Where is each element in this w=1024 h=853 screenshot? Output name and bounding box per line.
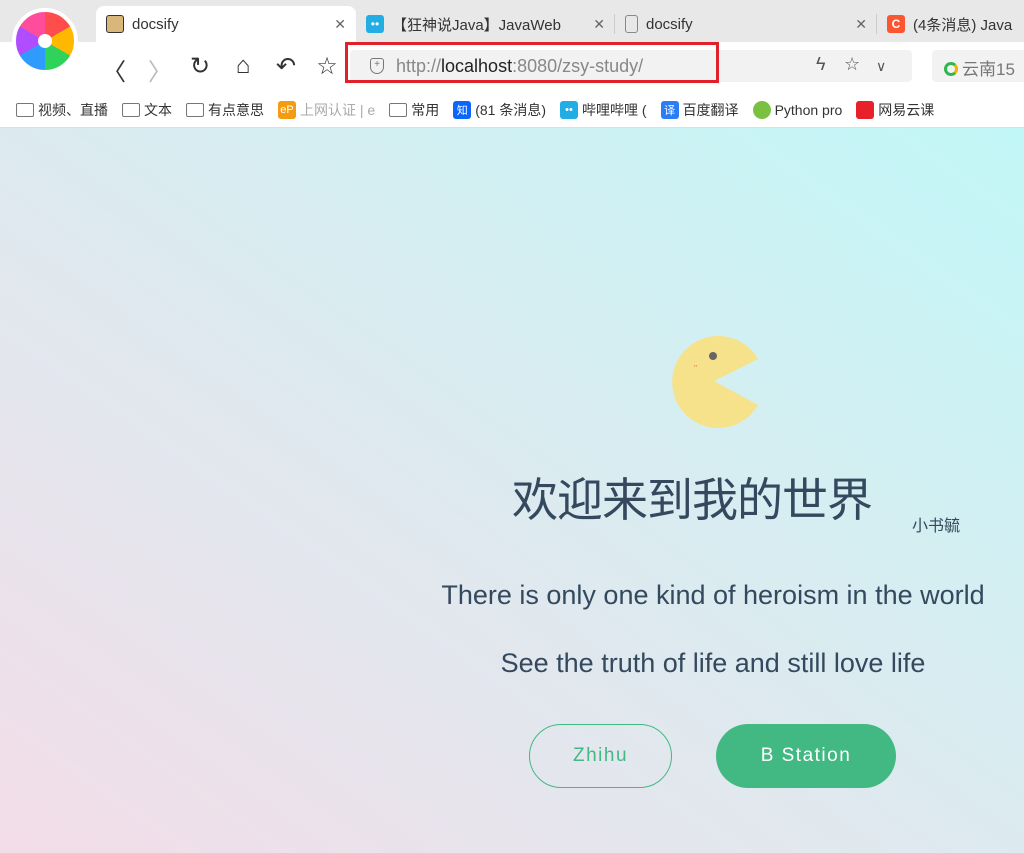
bookmark-item[interactable]: 译百度翻译 — [660, 100, 739, 120]
bookmark-item[interactable]: eP 上网认证 | e — [278, 100, 375, 120]
search-box[interactable]: 云南15 — [932, 50, 1024, 82]
tab-title: docsify — [646, 15, 693, 33]
b-station-button[interactable]: B Station — [716, 724, 896, 788]
reload-icon[interactable]: ↻ — [186, 52, 214, 81]
tab-bar: docsify ✕ •• 【狂神说Java】JavaWeb ✕ docsify … — [0, 0, 1024, 42]
zhihu-button[interactable]: Zhihu — [529, 724, 672, 788]
folder-icon — [16, 102, 34, 117]
browser-logo — [12, 8, 78, 74]
home-icon[interactable]: ⌂ — [229, 52, 257, 80]
bookmark-item[interactable]: •• 哔哩哔哩 ( — [560, 100, 647, 120]
bookmark-item[interactable]: 视频、直播 — [16, 100, 108, 120]
bookmark-item[interactable]: 文本 — [122, 100, 172, 120]
forward-icon[interactable]: 〉 — [146, 52, 174, 87]
folder-icon — [389, 102, 408, 117]
search-text: 云南15 — [962, 60, 1015, 79]
tab-csdn[interactable]: C (4条消息) Java — [877, 6, 1024, 42]
tagline-1: There is only one kind of heroism in the… — [441, 580, 985, 610]
star-icon[interactable]: ☆ — [844, 54, 860, 75]
translate-icon: 译 — [660, 100, 679, 119]
bookmarks-bar: 视频、直播 文本 有点意思 eP 上网认证 | e 常用 知 (81 条消息) ••… — [0, 92, 1024, 128]
close-tab-icon[interactable]: ✕ — [855, 16, 867, 33]
bookmark-item[interactable]: 知 (81 条消息) — [453, 100, 546, 120]
tab-javaweb[interactable]: •• 【狂神说Java】JavaWeb ✕ — [356, 6, 615, 42]
chevron-down-icon[interactable]: ∨ — [876, 58, 886, 75]
page-icon — [625, 15, 638, 33]
bilibili-icon: •• — [366, 15, 384, 33]
tagline-2: See the truth of life and still love lif… — [500, 648, 926, 678]
page-subtitle: 小书毓 — [912, 518, 961, 535]
zhihu-icon: 知 — [453, 100, 472, 119]
docsify-favicon — [106, 15, 124, 33]
bookmark-item[interactable]: 网易云课 — [856, 100, 934, 120]
bookmark-item[interactable]: Python pro — [752, 100, 842, 119]
bookmark-star-icon[interactable]: ☆ — [313, 52, 341, 81]
folder-icon — [186, 102, 204, 117]
page-content: '' 欢迎来到我的世界 小书毓 There is only one kind o… — [0, 128, 1024, 853]
pacman-logo: '' — [672, 336, 758, 428]
tab-docsify[interactable]: docsify ✕ — [615, 6, 877, 42]
undo-icon[interactable]: ↶ — [272, 52, 300, 81]
back-icon[interactable]: 〈 — [100, 52, 128, 87]
search-engine-icon — [944, 62, 958, 76]
bookmark-item[interactable]: 常用 — [389, 100, 439, 120]
close-tab-icon[interactable]: ✕ — [593, 16, 605, 33]
tab-title: 【狂神说Java】JavaWeb — [392, 16, 561, 34]
folder-icon — [122, 102, 140, 117]
close-tab-icon[interactable]: ✕ — [334, 16, 346, 33]
ep-icon: eP — [278, 100, 296, 119]
svg-text:'': '' — [694, 364, 698, 373]
bookmark-item[interactable]: 有点意思 — [186, 100, 264, 120]
page-title: 欢迎来到我的世界 — [512, 473, 873, 527]
url-highlight-box — [345, 42, 719, 83]
netease-icon — [856, 100, 875, 119]
bilibili-icon: •• — [560, 100, 578, 119]
python-icon — [752, 100, 771, 119]
tab-title: docsify — [132, 15, 179, 33]
tab-docsify-active[interactable]: docsify ✕ — [96, 6, 356, 42]
lightning-icon[interactable]: ϟ — [816, 54, 826, 75]
tab-title: (4条消息) Java — [913, 16, 1013, 34]
csdn-icon: C — [887, 15, 905, 33]
